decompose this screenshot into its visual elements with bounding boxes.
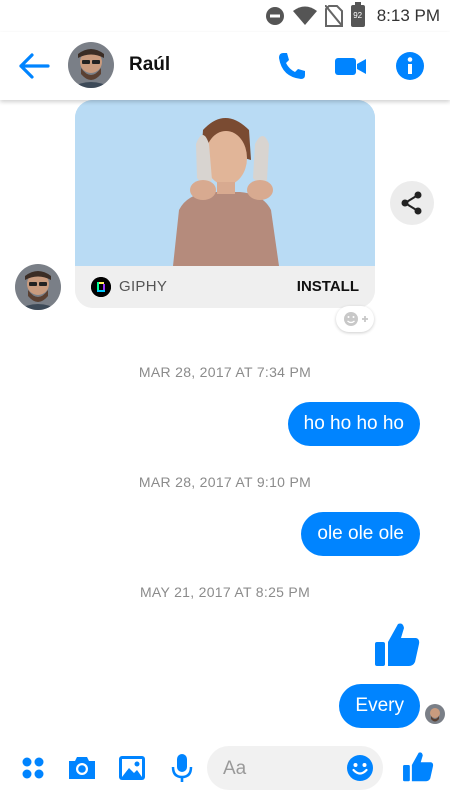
video-camera-icon[interactable] [333,50,367,82]
message-bubble[interactable]: ole ole ole [301,512,420,556]
do-not-disturb-icon [265,7,284,25]
battery-icon: 92 [350,2,365,27]
seen-indicator-avatar [425,704,445,724]
conversation-header: Raúl [0,32,450,100]
sender-avatar[interactable] [15,264,61,310]
gallery-icon[interactable] [116,752,148,784]
apps-icon[interactable] [17,752,49,784]
back-arrow-icon[interactable] [18,52,50,80]
contact-name[interactable]: Raúl [129,54,170,76]
install-button[interactable]: INSTALL [297,278,359,295]
share-button[interactable] [390,181,434,225]
camera-icon[interactable] [66,752,98,784]
contact-avatar[interactable] [68,42,114,88]
gif-image[interactable] [75,100,375,266]
gif-message-card[interactable]: GIPHY INSTALL [75,100,375,308]
message-composer [0,738,450,800]
info-icon[interactable] [393,50,427,82]
add-reaction-button[interactable] [336,306,374,332]
add-reaction-icon [344,312,368,326]
timestamp: MAY 21, 2017 AT 8:25 PM [139,584,311,600]
message-bubble[interactable]: Every [339,684,420,728]
emoji-icon[interactable] [346,754,374,782]
message-bubble[interactable]: ho ho ho ho [287,402,420,446]
like-thumb-message-icon[interactable] [372,620,422,670]
share-icon [401,191,422,215]
like-thumb-icon[interactable] [401,750,435,784]
gif-source-label: GIPHY [119,278,168,295]
message-input[interactable] [221,754,345,784]
timestamp: MAR 28, 2017 AT 7:34 PM [138,364,312,380]
status-bar: 92 8:13 PM [0,0,450,32]
battery-level-text: 92 [353,11,363,20]
gif-footer: GIPHY INSTALL [75,266,375,308]
message-input-wrapper[interactable] [207,746,383,790]
phone-icon[interactable] [274,50,308,82]
wifi-icon [292,6,317,25]
timestamp: MAR 28, 2017 AT 9:10 PM [138,474,312,490]
microphone-icon[interactable] [166,752,198,784]
no-sim-icon [324,5,343,27]
giphy-logo-icon [91,277,111,297]
status-time: 8:13 PM [376,6,440,25]
